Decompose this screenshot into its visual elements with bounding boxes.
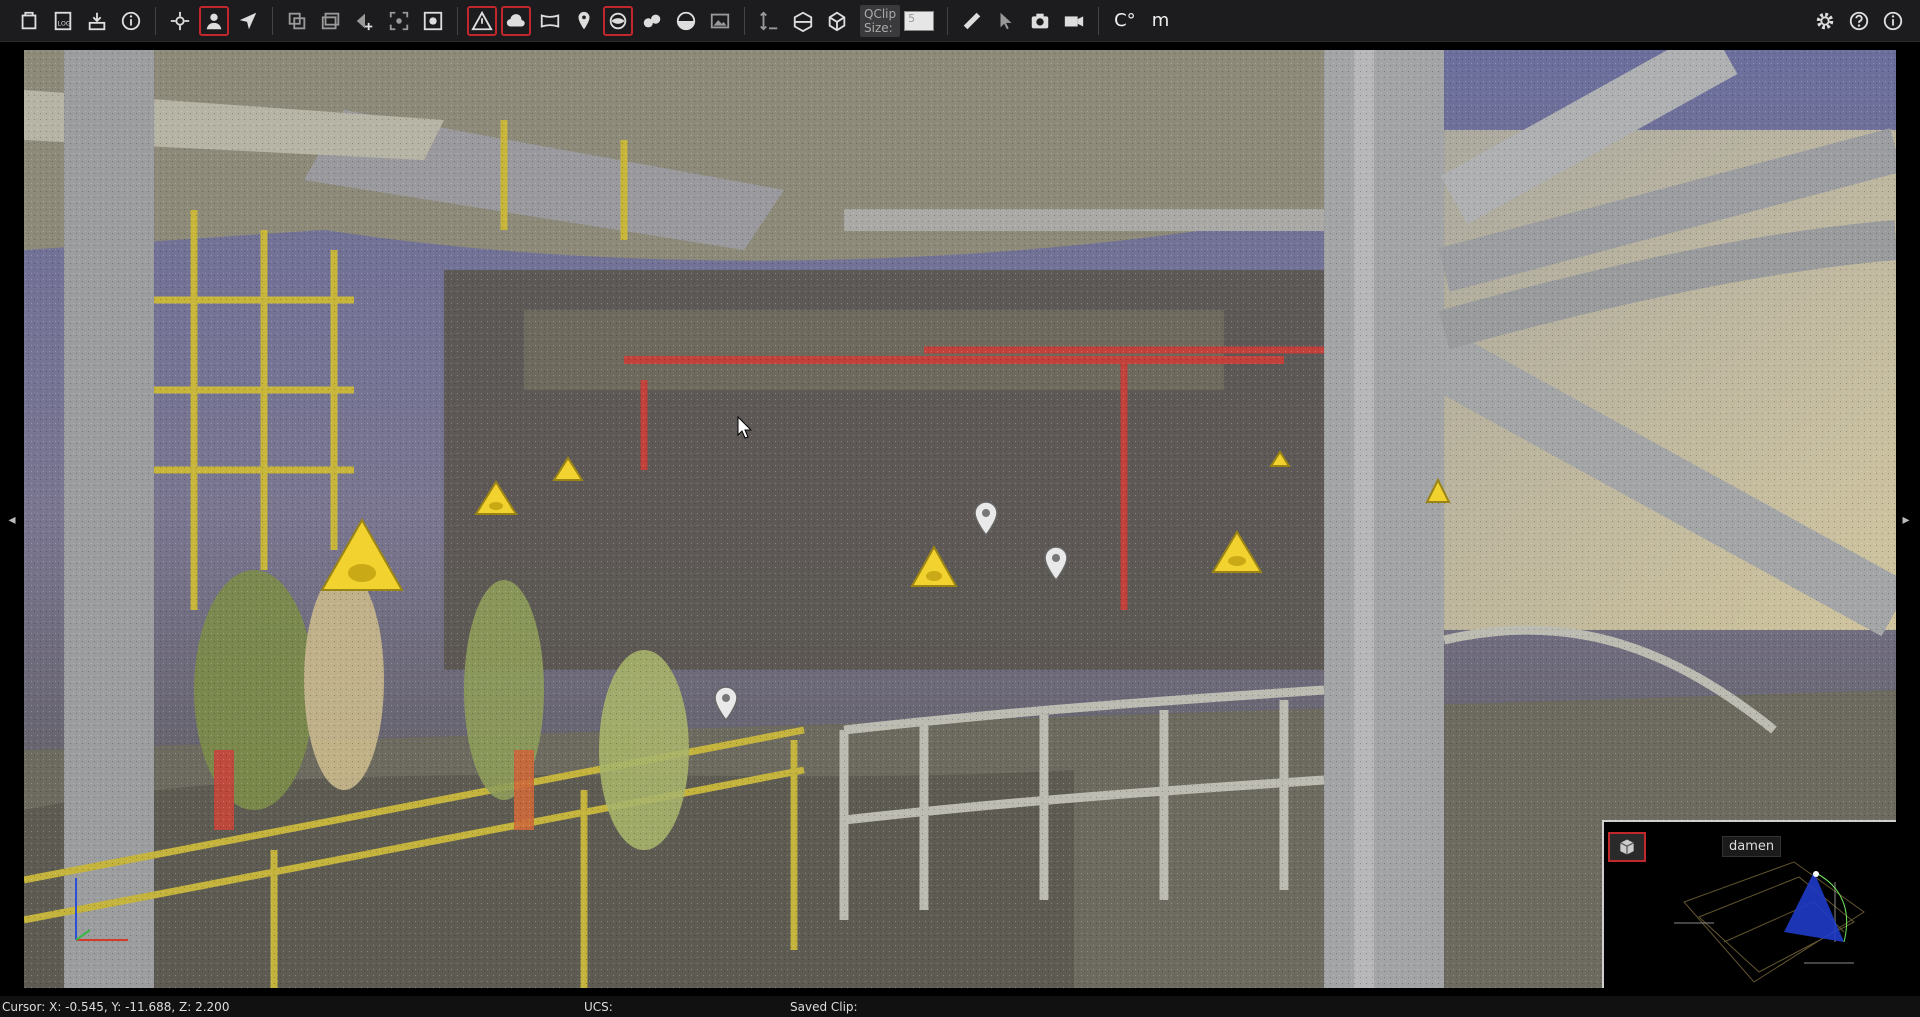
toolbar-separator bbox=[947, 6, 949, 35]
main-toolbar: LOG QClip Size: 5 C° m bbox=[0, 0, 1920, 42]
snapshot-view-icon[interactable] bbox=[418, 6, 448, 36]
export-lgs-icon[interactable] bbox=[82, 6, 112, 36]
toolbar-separator bbox=[744, 6, 745, 35]
help-icon[interactable] bbox=[1844, 6, 1874, 36]
orbit-icon[interactable] bbox=[165, 6, 195, 36]
cluster-icon[interactable] bbox=[637, 6, 667, 36]
video-record-icon[interactable] bbox=[1059, 6, 1089, 36]
zoom-extents-icon[interactable] bbox=[384, 6, 414, 36]
fly-mode-icon[interactable] bbox=[233, 6, 263, 36]
toolbar-separator bbox=[457, 6, 458, 35]
ucs-status: UCS: bbox=[584, 999, 613, 1014]
cube-view-icon bbox=[1620, 839, 1634, 855]
layers-icon[interactable] bbox=[316, 6, 346, 36]
toolbar-separator bbox=[155, 6, 156, 35]
clip-box-icon[interactable] bbox=[822, 6, 852, 36]
panorama-icon[interactable] bbox=[535, 6, 565, 36]
status-bar: Cursor: X: -0.545, Y: -11.688, Z: 2.200 … bbox=[0, 996, 1920, 1017]
open-project-icon[interactable] bbox=[14, 6, 44, 36]
clip-plane-icon[interactable] bbox=[788, 6, 818, 36]
qclip-size-control: QClip Size: 5 bbox=[860, 4, 935, 37]
toolbar-right-group bbox=[1808, 6, 1920, 36]
walk-mode-icon[interactable] bbox=[199, 5, 229, 36]
qclip-label-line2: Size: bbox=[864, 20, 893, 35]
add-view-icon[interactable] bbox=[350, 6, 380, 36]
camera-icon[interactable] bbox=[1025, 6, 1055, 36]
minimap-location-label: damen bbox=[1722, 836, 1782, 857]
overview-minimap[interactable]: damen bbox=[1602, 820, 1896, 988]
left-panel-toggle[interactable]: ◂ bbox=[6, 511, 18, 529]
qclip-size-label: QClip Size: bbox=[860, 4, 901, 37]
map-pin-icon[interactable] bbox=[569, 6, 599, 36]
visibility-icon[interactable] bbox=[603, 5, 633, 36]
cursor-coordinates: Cursor: X: -0.545, Y: -11.688, Z: 2.200 bbox=[2, 999, 230, 1014]
toolbar-separator bbox=[1098, 6, 1100, 35]
shading-icon[interactable] bbox=[671, 6, 701, 36]
qclip-size-input[interactable]: 5 bbox=[904, 10, 935, 31]
image-icon[interactable] bbox=[705, 6, 735, 36]
log-icon[interactable]: LOG bbox=[48, 6, 78, 36]
length-unit-toggle[interactable]: m bbox=[1152, 10, 1170, 31]
temperature-unit-toggle[interactable]: C° bbox=[1114, 10, 1136, 31]
right-panel-toggle[interactable]: ▸ bbox=[1900, 511, 1912, 529]
toolbar-separator bbox=[272, 6, 273, 35]
qclip-label-line1: QClip bbox=[864, 6, 897, 21]
point-cloud-viewport[interactable]: damen bbox=[24, 50, 1896, 988]
info-icon[interactable] bbox=[116, 6, 146, 36]
elevation-icon[interactable] bbox=[754, 6, 784, 36]
cloud-display-icon[interactable] bbox=[501, 5, 531, 36]
hazard-markers-icon[interactable] bbox=[467, 5, 497, 36]
minimap-view-mode-button[interactable] bbox=[1608, 832, 1646, 862]
pick-point-icon[interactable] bbox=[991, 6, 1021, 36]
settings-gear-icon[interactable] bbox=[1810, 6, 1840, 36]
svg-text:LOG: LOG bbox=[58, 19, 71, 27]
measure-icon[interactable] bbox=[957, 6, 987, 36]
info-about-icon[interactable] bbox=[1878, 6, 1908, 36]
saved-clip-status: Saved Clip: bbox=[790, 999, 858, 1014]
copy-view-icon[interactable] bbox=[282, 6, 312, 36]
